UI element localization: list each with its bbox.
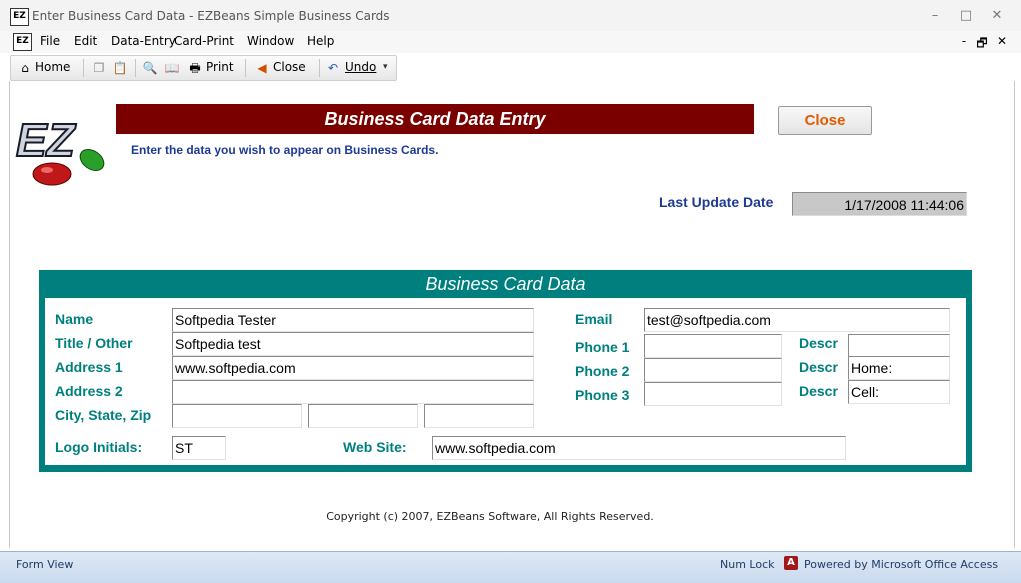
- document-icon[interactable]: EZ: [13, 33, 32, 51]
- doc-minimize-button[interactable]: -: [956, 34, 972, 48]
- web-site-label: Web Site:: [343, 439, 407, 455]
- toolbar-close-button[interactable]: Close: [273, 60, 306, 74]
- close-window-button[interactable]: ✕: [987, 8, 1007, 24]
- toolbar-separator: [83, 59, 84, 77]
- access-key-icon: A: [784, 556, 798, 570]
- city-field[interactable]: [172, 404, 302, 428]
- undo-button[interactable]: Undo: [345, 60, 376, 74]
- form-header-title: Business Card Data Entry: [116, 104, 754, 134]
- paste-icon[interactable]: 📋: [112, 60, 128, 76]
- print-button[interactable]: Print: [206, 60, 234, 74]
- form-subtitle: Enter the data you wish to appear on Bus…: [131, 143, 439, 157]
- email-field[interactable]: test@softpedia.com: [644, 308, 950, 332]
- toolbar-separator: [319, 59, 320, 77]
- copyright-text: Copyright (c) 2007, EZBeans Software, Al…: [326, 510, 654, 523]
- toolbar: ⌂ Home ❐ 📋 🔍 📖 🖶 Print ◀ Close ↶ Undo ▾: [10, 55, 397, 81]
- printer-icon[interactable]: 🖶: [187, 60, 203, 76]
- close-arrow-icon[interactable]: ◀: [254, 60, 270, 76]
- toolbar-separator: [135, 59, 136, 77]
- toolbar-overflow-icon[interactable]: ▾: [383, 62, 388, 72]
- menu-edit[interactable]: Edit: [74, 34, 97, 48]
- print-preview-icon[interactable]: 🔍: [142, 60, 158, 76]
- home-button[interactable]: Home: [35, 60, 70, 74]
- red-bean-icon: [32, 162, 72, 186]
- web-site-field[interactable]: www.softpedia.com: [432, 436, 846, 460]
- state-field[interactable]: [308, 404, 418, 428]
- title-bar: EZ Enter Business Card Data - EZBeans Si…: [0, 0, 1021, 32]
- phone1-label: Phone 1: [575, 339, 630, 355]
- address2-label: Address 2: [55, 383, 123, 399]
- phone3-label: Phone 3: [575, 387, 630, 403]
- descr3-label: Descr: [799, 383, 838, 399]
- menu-window[interactable]: Window: [247, 34, 294, 48]
- toolbar-separator: [245, 59, 246, 77]
- address2-field[interactable]: [172, 380, 534, 404]
- phone1-field[interactable]: [644, 334, 782, 358]
- app-icon[interactable]: EZ: [10, 8, 29, 26]
- green-bean-icon: [79, 149, 105, 171]
- menu-bar: EZ File Edit Data-Entry Card-Print Windo…: [0, 31, 1021, 53]
- phone2-label: Phone 2: [575, 363, 630, 379]
- status-numlock: Num Lock: [720, 558, 775, 571]
- status-view: Form View: [16, 558, 74, 571]
- menu-file[interactable]: File: [40, 34, 60, 48]
- panel-title: Business Card Data: [425, 274, 586, 294]
- last-update-value: 1/17/2008 11:44:06: [792, 192, 967, 216]
- descr1-label: Descr: [799, 335, 838, 351]
- zip-field[interactable]: [424, 404, 534, 428]
- window-title: Enter Business Card Data - EZBeans Simpl…: [32, 9, 390, 23]
- last-update-label: Last Update Date: [659, 194, 774, 210]
- logo-initials-field[interactable]: ST: [172, 436, 226, 460]
- home-icon[interactable]: ⌂: [17, 60, 33, 76]
- email-label: Email: [575, 311, 613, 327]
- doc-close-button[interactable]: ✕: [994, 34, 1010, 48]
- descr1-field[interactable]: [848, 334, 950, 358]
- name-field[interactable]: Softpedia Tester: [172, 308, 534, 332]
- minimize-button[interactable]: –: [925, 8, 945, 24]
- status-bar: Form View Num Lock A Powered by Microsof…: [0, 551, 1021, 583]
- phone2-field[interactable]: [644, 358, 782, 382]
- ezbeans-logo: EZ: [15, 113, 105, 186]
- city-state-zip-label: City, State, Zip: [55, 407, 152, 423]
- address1-field[interactable]: www.softpedia.com: [172, 356, 534, 380]
- undo-icon[interactable]: ↶: [325, 60, 341, 76]
- name-label: Name: [55, 311, 94, 327]
- status-powered-by: Powered by Microsoft Office Access: [804, 558, 999, 571]
- book-icon[interactable]: 📖: [164, 60, 180, 76]
- descr2-label: Descr: [799, 359, 838, 375]
- menu-help[interactable]: Help: [307, 34, 334, 48]
- descr2-field[interactable]: Home:: [848, 356, 950, 380]
- address1-label: Address 1: [55, 359, 123, 375]
- maximize-button[interactable]: □: [956, 8, 976, 24]
- copy-icon[interactable]: ❐: [91, 60, 107, 76]
- descr3-field[interactable]: Cell:: [848, 380, 950, 404]
- title-field[interactable]: Softpedia test: [172, 332, 534, 356]
- phone3-field[interactable]: [644, 382, 782, 406]
- title-label: Title / Other: [55, 335, 133, 351]
- form-close-button[interactable]: Close: [778, 106, 872, 135]
- doc-restore-button[interactable]: 🗗: [974, 34, 990, 55]
- logo-initials-label: Logo Initials:: [55, 439, 143, 455]
- menu-data-entry[interactable]: Data-Entry: [111, 34, 176, 48]
- logo-text: EZ: [16, 114, 77, 166]
- menu-card-print[interactable]: Card-Print: [174, 34, 234, 48]
